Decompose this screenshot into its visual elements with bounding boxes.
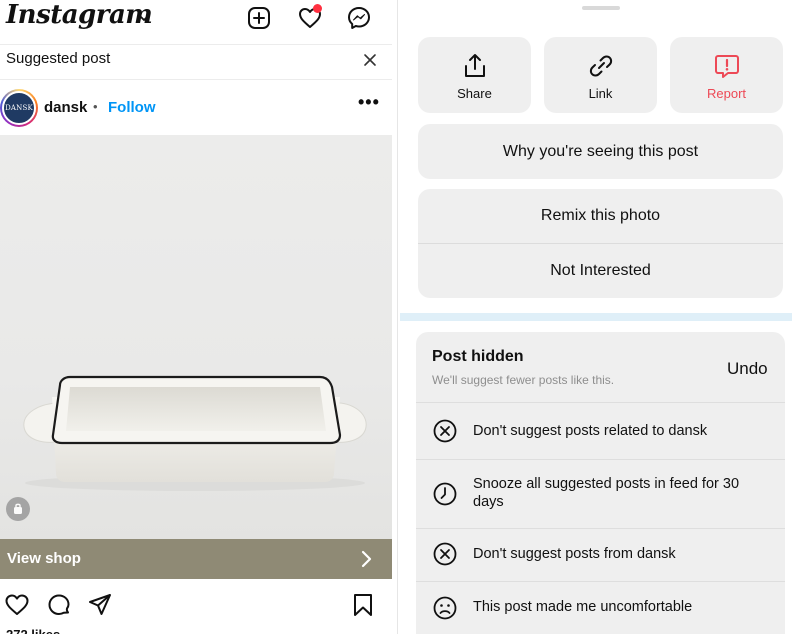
instagram-logo[interactable]: Instagram [6, 0, 153, 30]
new-post-icon[interactable] [246, 5, 272, 31]
sad-face-icon [433, 596, 457, 620]
post-hidden-title: Post hidden [432, 348, 524, 365]
option-label: Don't suggest posts related to dansk [473, 423, 708, 439]
option-label: Don't suggest posts from dansk [473, 546, 676, 562]
post-username[interactable]: dansk [44, 99, 87, 116]
avatar-logo-text: DANSK [2, 91, 36, 125]
view-shop-button[interactable]: View shop [0, 539, 392, 579]
link-label: Link [588, 86, 613, 101]
snooze-suggested-option[interactable]: Snooze all suggested posts in feed for 3… [416, 460, 785, 528]
share-button[interactable]: Share [418, 37, 531, 113]
messenger-icon[interactable] [346, 5, 372, 31]
post-options-group: Remix this photo Not Interested [418, 189, 783, 298]
link-icon [589, 55, 613, 77]
uncomfortable-option[interactable]: This post made me uncomfortable [416, 582, 785, 634]
circle-x-icon [433, 542, 457, 566]
share-label: Share [457, 86, 492, 101]
post-image[interactable] [0, 135, 392, 539]
report-label: Report [706, 86, 747, 101]
chevron-down-icon[interactable] [137, 10, 151, 24]
baking-dish-illustration [23, 375, 367, 491]
sheet-separator [400, 313, 792, 321]
undo-button[interactable]: Undo [727, 359, 768, 379]
top-bar: Instagram [0, 0, 392, 38]
dot-separator: • [93, 99, 98, 114]
not-interested-button[interactable]: Not Interested [418, 244, 783, 298]
report-button[interactable]: Report [670, 37, 783, 113]
avatar[interactable]: DANSK [0, 89, 38, 127]
link-button[interactable]: Link [544, 37, 657, 113]
option-label: Snooze all suggested posts in feed for 3… [473, 476, 740, 510]
panel-divider [397, 0, 398, 634]
dont-suggest-related-option[interactable]: Don't suggest posts related to dansk [416, 403, 785, 459]
comment-icon[interactable] [46, 592, 72, 618]
feed-panel: Instagram Suggested post DANSK dansk • F… [0, 0, 392, 634]
option-label: This post made me uncomfortable [473, 599, 693, 615]
sheet-grabber[interactable] [582, 6, 620, 10]
post-hidden-subtitle: We'll suggest fewer posts like this. [432, 373, 615, 387]
why-seeing-post-button[interactable]: Why you're seeing this post [418, 124, 783, 179]
notification-dot [313, 4, 322, 13]
share-paper-plane-icon[interactable] [87, 592, 113, 618]
clock-icon [433, 482, 457, 506]
post-header: DANSK dansk • Follow ••• [0, 86, 392, 132]
post-hidden-card: Post hidden We'll suggest fewer posts li… [416, 332, 785, 634]
suggested-post-bar: Suggested post [0, 44, 392, 80]
report-icon [715, 55, 739, 78]
follow-button[interactable]: Follow [108, 99, 156, 116]
share-icon [465, 54, 485, 77]
post-actions [0, 590, 392, 622]
remix-photo-button[interactable]: Remix this photo [418, 189, 783, 243]
suggested-post-label: Suggested post [6, 50, 111, 67]
likes-count[interactable]: 272 likes [6, 627, 60, 634]
options-sheet: Share Link Report Why you're seeing this… [400, 0, 792, 634]
dont-suggest-from-option[interactable]: Don't suggest posts from dansk [416, 529, 785, 581]
like-heart-icon[interactable] [4, 592, 30, 618]
view-shop-label: View shop [7, 550, 81, 567]
chevron-right-icon [361, 550, 372, 568]
more-options-button[interactable]: ••• [358, 92, 380, 113]
close-icon[interactable] [362, 52, 378, 68]
circle-x-icon [433, 419, 457, 443]
shopping-bag-icon[interactable] [6, 497, 30, 521]
bookmark-icon[interactable] [350, 592, 376, 618]
